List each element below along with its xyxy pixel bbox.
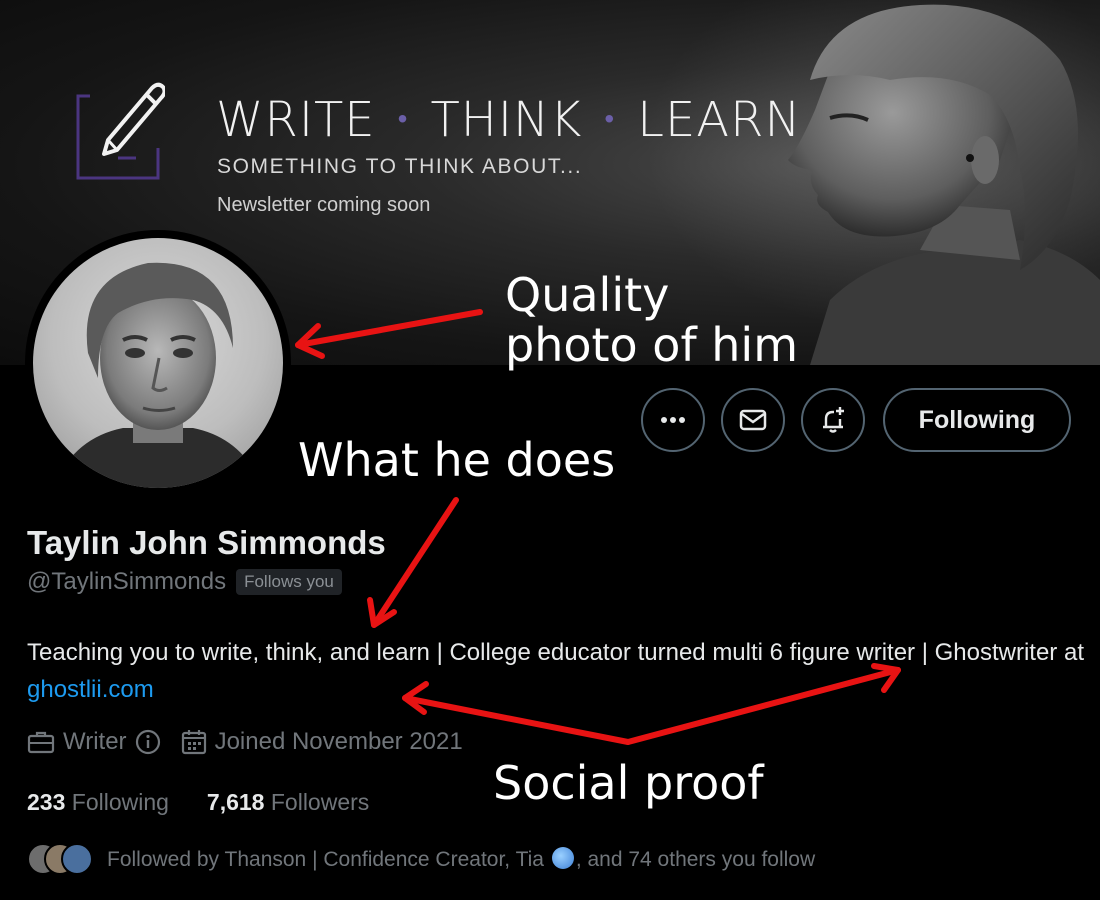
followers-stat[interactable]: 7,618 Followers [207,789,369,816]
joined-item: Joined November 2021 [181,728,463,756]
followers-stat-label: Followers [270,789,370,815]
following-button[interactable]: Following [883,388,1071,452]
banner-subtitle: SOMETHING TO THINK ABOUT... [217,155,583,178]
banner-title: WRITE • THINK • LEARN [216,92,801,148]
annotation-what-he-does: What he does [298,433,616,487]
pencil-document-icon [76,82,165,180]
following-count: 233 [27,789,66,815]
avatar-photo [33,238,283,488]
banner-word-write: WRITE [216,92,376,148]
profile-bio: Teaching you to write, think, and learn … [27,634,1087,708]
info-icon[interactable] [135,729,161,755]
following-stat[interactable]: 233 Following [27,789,169,816]
profile-name: Taylin John Simmonds [27,524,386,561]
profession-item: Writer [27,728,161,756]
banner-portrait [788,4,1100,365]
annotation-photo-line2: photo of him [505,318,799,372]
banner-word-think: THINK [430,92,583,148]
follows-you-badge: Follows you [236,569,342,595]
banner-separator: • [397,102,409,135]
does-arrowhead [367,597,397,628]
followed-by-row[interactable]: Followed by Thanson | Confidence Creator… [27,843,815,875]
annotation-photo: Quality photo of him [505,270,798,370]
notify-button[interactable] [801,388,865,452]
more-icon [661,417,685,423]
followed-by-text: Followed by Thanson | Confidence Creator… [107,846,816,872]
globe-emoji-icon [551,846,574,869]
briefcase-icon [27,731,55,754]
profile-meta: Writer Joined November 2021 [27,728,483,756]
avatar-portrait [53,262,263,488]
bio-link[interactable]: ghostlii.com [27,676,154,703]
followed-by-suffix: , and 74 others you follow [575,847,816,871]
followers-count: 7,618 [206,789,265,815]
mutual-avatar [61,843,93,875]
followed-by-prefix: Followed by Thanson | Confidence Creator… [107,847,544,871]
follow-stats: 233 Following 7,618 Followers [27,789,369,816]
following-stat-label: Following [71,789,169,815]
banner-note: Newsletter coming soon [217,194,431,216]
handle-row: @TaylinSimmonds Follows you [27,568,342,596]
message-button[interactable] [721,388,785,452]
mail-icon [739,409,767,431]
mutual-avatars [27,843,93,875]
banner-separator: • [604,102,616,135]
profile-handle: @TaylinSimmonds [27,568,227,595]
joined-label: Joined November 2021 [214,728,463,755]
avatar[interactable] [25,230,291,496]
does-arrow [371,497,459,628]
annotation-photo-line1: Quality [505,268,670,322]
annotation-social-proof: Social proof [493,756,764,810]
bio-text: Teaching you to write, think, and learn … [27,639,1084,666]
calendar-icon [181,730,206,755]
more-button[interactable] [641,388,705,452]
profession-label: Writer [63,728,127,755]
bell-plus-icon [823,407,844,433]
